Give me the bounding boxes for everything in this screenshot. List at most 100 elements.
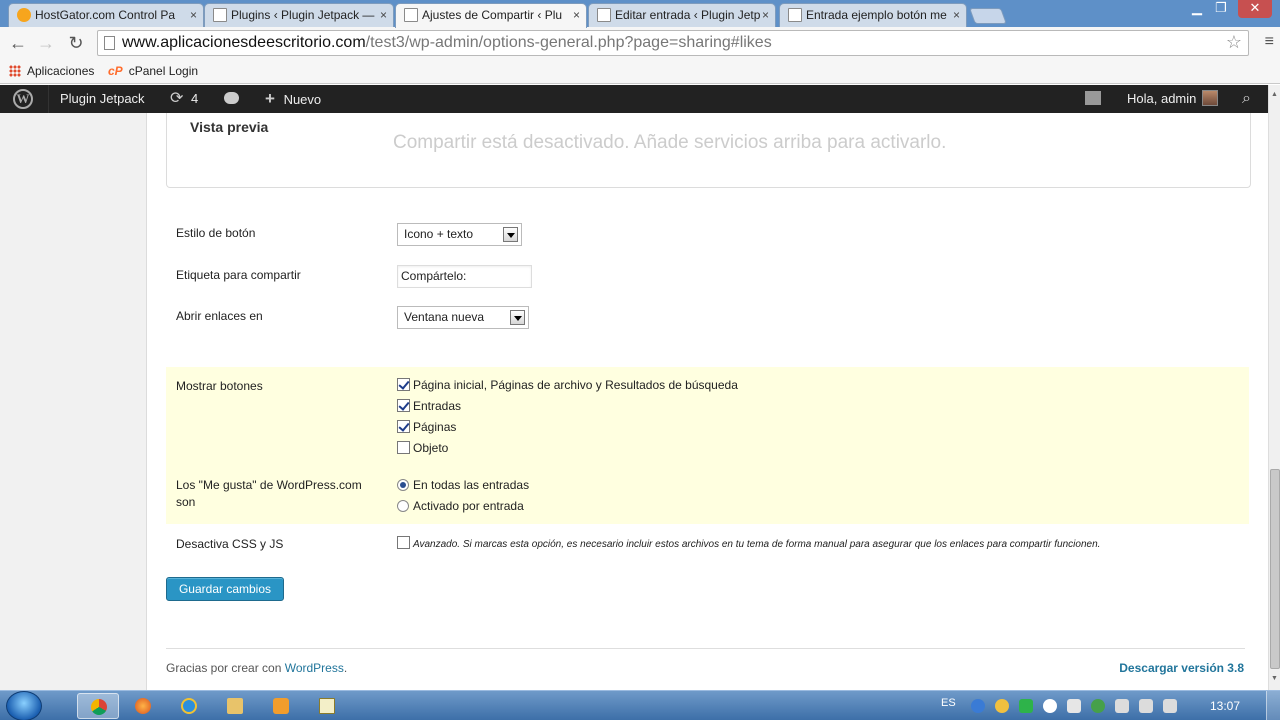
download-version-link[interactable]: Descargar versión 3.8 <box>1119 661 1244 675</box>
updates-menu[interactable]: ⟳ 4 <box>170 85 198 113</box>
security-icon[interactable] <box>1091 699 1105 713</box>
browser-tab-plugins[interactable]: Plugins ‹ Plugin Jetpack — × <box>204 3 394 27</box>
wordpress-link[interactable]: WordPress <box>285 661 344 675</box>
share-label-value: Compártelo: <box>401 269 467 283</box>
scrollbar-thumb[interactable] <box>1270 469 1280 669</box>
tab-close-icon[interactable]: × <box>953 4 960 26</box>
tab-close-icon[interactable]: × <box>762 4 769 26</box>
share-label-label: Etiqueta para compartir <box>176 268 301 282</box>
page-icon <box>788 8 802 22</box>
language-indicator[interactable]: ES <box>941 697 956 709</box>
notepad-icon <box>319 698 335 714</box>
taskbar-firefox[interactable] <box>122 693 164 719</box>
scroll-down-icon[interactable]: ▼ <box>1271 675 1278 682</box>
browser-menu-icon[interactable]: ≡ <box>1265 33 1274 51</box>
windows-taskbar: ES 13:07 <box>0 690 1280 720</box>
bookmark-cpanel[interactable]: cP cPanel Login <box>108 63 198 79</box>
taskbar-chrome[interactable] <box>77 693 119 719</box>
wp-logo-menu[interactable]: W <box>13 85 33 113</box>
checkbox[interactable] <box>397 420 410 433</box>
updates-icon: ⟳ <box>170 90 184 107</box>
network-sync-icon[interactable] <box>971 699 985 713</box>
save-changes-button[interactable]: Guardar cambios <box>166 577 284 601</box>
show-desktop-button[interactable] <box>1266 691 1280 720</box>
tab-close-icon[interactable]: × <box>380 4 387 26</box>
plus-icon: + <box>265 89 275 108</box>
option-label: Página inicial, Páginas de archivo y Res… <box>413 378 738 392</box>
bookmarks-bar: Aplicaciones cP cPanel Login <box>0 59 1280 84</box>
tab-close-icon[interactable]: × <box>190 4 197 26</box>
disable-css-description: Avanzado. Si marcas esta opción, es nece… <box>413 539 1101 550</box>
likes-option-all-posts[interactable]: En todas las entradas <box>397 478 529 492</box>
taskbar-notepad[interactable] <box>306 693 348 719</box>
checkbox[interactable] <box>397 536 410 549</box>
show-buttons-label: Mostrar botones <box>176 379 263 393</box>
search-icon: ⌕ <box>1242 90 1251 107</box>
disable-css-option[interactable]: Avanzado. Si marcas esta opción, es nece… <box>397 536 1100 552</box>
new-content-menu[interactable]: + Nuevo <box>265 85 321 113</box>
chevron-down-icon <box>510 310 525 325</box>
settings-content: Vista previa Compartir está desactivado.… <box>147 113 1268 690</box>
network-icon[interactable] <box>1115 699 1129 713</box>
wp-admin-bar: W Plugin Jetpack ⟳ 4 + Nuevo Hola, admin… <box>0 85 1268 113</box>
wordpress-logo-icon: W <box>13 89 33 109</box>
tab-close-icon[interactable]: × <box>573 4 580 26</box>
show-buttons-option-posts[interactable]: Entradas <box>397 399 461 413</box>
restore-icon[interactable]: ❐ <box>1208 0 1234 18</box>
screen-icon <box>1085 91 1101 105</box>
utility-icon[interactable] <box>1067 699 1081 713</box>
app-tray-icon[interactable] <box>995 699 1009 713</box>
checkbox[interactable] <box>397 399 410 412</box>
bookmark-star-icon[interactable]: ☆ <box>1226 30 1242 54</box>
page-scrollbar[interactable]: ▲ ▼ <box>1268 85 1280 690</box>
browser-tab-strip: HostGator.com Control Pa × Plugins ‹ Plu… <box>0 0 1280 28</box>
windows-start-button[interactable] <box>6 691 42 720</box>
show-buttons-option-media[interactable]: Objeto <box>397 441 448 455</box>
new-tab-button[interactable] <box>969 8 1007 24</box>
browser-tab-edit-post[interactable]: Editar entrada ‹ Plugin Jetp × <box>588 3 776 27</box>
scroll-up-icon[interactable]: ▲ <box>1271 91 1278 98</box>
browser-tab-sample-post[interactable]: Entrada ejemplo botón me × <box>779 3 967 27</box>
button-style-select[interactable]: Icono + texto <box>397 223 522 246</box>
page-icon <box>213 8 227 22</box>
minimize-icon[interactable]: ▁ <box>1184 0 1210 18</box>
open-links-value: Ventana nueva <box>404 310 485 324</box>
site-name-menu[interactable]: Plugin Jetpack <box>48 85 158 113</box>
admin-search[interactable]: ⌕ <box>1242 85 1251 113</box>
taskbar-media-player[interactable] <box>260 693 302 719</box>
radio-button[interactable] <box>397 479 409 491</box>
firefox-icon <box>135 698 151 714</box>
browser-tab-hostgator[interactable]: HostGator.com Control Pa × <box>8 3 204 27</box>
site-name: Plugin Jetpack <box>60 91 145 106</box>
likes-option-per-post[interactable]: Activado por entrada <box>397 499 524 513</box>
bookmark-apps[interactable]: Aplicaciones <box>9 63 94 79</box>
comments-bubble-icon <box>224 92 239 104</box>
footer-thanks: Gracias por crear con WordPress. <box>166 661 347 675</box>
clock[interactable]: 13:07 <box>1210 699 1240 713</box>
comments-menu[interactable] <box>224 85 239 113</box>
close-window-icon[interactable]: ✕ <box>1238 0 1272 18</box>
volume-icon[interactable] <box>1139 699 1153 713</box>
flag-icon[interactable] <box>1163 699 1177 713</box>
forward-arrow-icon[interactable]: → <box>34 32 58 54</box>
taskbar-internet-explorer[interactable] <box>168 693 210 719</box>
browser-tab-sharing-settings[interactable]: Ajustes de Compartir ‹ Plu × <box>395 3 587 28</box>
checkbox[interactable] <box>397 441 410 454</box>
show-buttons-option-home[interactable]: Página inicial, Páginas de archivo y Res… <box>397 378 738 392</box>
my-account-menu[interactable]: Hola, admin <box>1127 85 1219 113</box>
back-arrow-icon[interactable]: ← <box>6 32 30 54</box>
taskbar-explorer[interactable] <box>214 693 256 719</box>
disable-css-label: Desactiva CSS y JS <box>176 537 284 551</box>
cloud-icon[interactable] <box>1043 699 1057 713</box>
open-links-select[interactable]: Ventana nueva <box>397 306 529 329</box>
radio-button[interactable] <box>397 500 409 512</box>
check-icon[interactable] <box>1019 699 1033 713</box>
show-buttons-option-pages[interactable]: Páginas <box>397 420 456 434</box>
screen-options-menu[interactable] <box>1085 85 1101 113</box>
url-path: /test3/wp-admin/options-general.php?page… <box>365 34 772 51</box>
page-icon <box>104 36 115 50</box>
share-label-input[interactable]: Compártelo: <box>397 265 532 288</box>
reload-icon[interactable]: ↻ <box>64 32 88 54</box>
checkbox[interactable] <box>397 378 410 391</box>
address-bar[interactable]: www.aplicacionesdeescritorio.com/test3/w… <box>97 30 1249 56</box>
